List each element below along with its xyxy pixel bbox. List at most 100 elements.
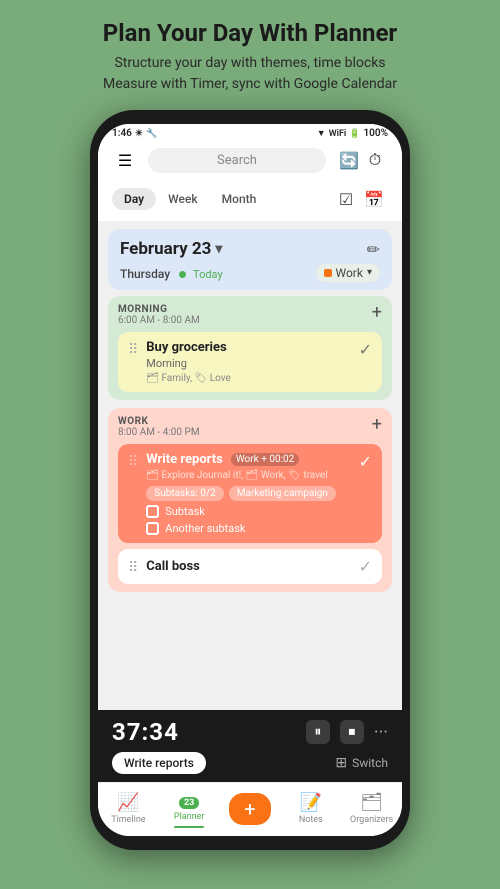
- write-reports-check[interactable]: ✓: [359, 452, 372, 471]
- write-reports-row: ⠿ Write reports Work + 00:02 🗂 Explore J…: [128, 452, 372, 535]
- nav-item-create[interactable]: +: [225, 793, 275, 825]
- subtask-label-2: Another subtask: [165, 522, 245, 535]
- planner-icon: 23: [179, 789, 199, 810]
- date-chevron-icon[interactable]: ▾: [215, 241, 222, 257]
- status-time: 1:46: [112, 128, 132, 139]
- subtask-checkbox-2[interactable]: [146, 522, 159, 535]
- write-reports-content: Write reports Work + 00:02 🗂 Explore Jou…: [146, 452, 350, 535]
- write-reports-title[interactable]: Write reports: [146, 452, 223, 467]
- status-icon2: 🔧: [146, 129, 157, 139]
- morning-task-card: ⠿ Buy groceries Morning 🗂 Family, 🏷 Love…: [118, 332, 382, 392]
- subtask-checkbox-1[interactable]: [146, 505, 159, 518]
- write-reports-card: ⠿ Write reports Work + 00:02 🗂 Explore J…: [118, 444, 382, 543]
- menu-icon[interactable]: ☰: [112, 147, 138, 173]
- subtask-item-1: Subtask: [146, 505, 350, 518]
- timer-stop-button[interactable]: ⏹: [340, 720, 364, 744]
- day-label: Thursday Today: [120, 263, 223, 282]
- timer-value: + 00:02: [261, 454, 294, 465]
- view-tabs: Day Week Month ☑ 📅: [98, 181, 402, 221]
- nav-item-planner[interactable]: 23 Planner: [164, 789, 214, 828]
- morning-add-button[interactable]: +: [372, 304, 382, 322]
- nav-item-organizers[interactable]: 🗂 Organizers: [347, 792, 397, 825]
- status-icon1: ☀: [135, 129, 143, 139]
- timeline-label: Timeline: [111, 815, 145, 825]
- work-tag-label: Work: [336, 266, 363, 280]
- timer-badge: Work + 00:02: [231, 453, 299, 466]
- switch-label: Switch: [352, 756, 388, 770]
- timer-task-label[interactable]: Write reports: [112, 752, 206, 774]
- morning-section-header: MORNING 6:00 AM - 8:00 AM +: [118, 304, 382, 326]
- subtask-chips: Subtasks: 0/2 Marketing campaign: [146, 486, 350, 501]
- work-section-header: WORK 8:00 AM - 4:00 PM +: [118, 416, 382, 438]
- date-edit-icon[interactable]: ✏: [367, 240, 380, 259]
- tab-week[interactable]: Week: [156, 188, 210, 210]
- notes-label: Notes: [299, 815, 323, 825]
- signal-icon: ▼: [317, 128, 326, 139]
- phone-frame: 1:46 ☀ 🔧 ▼ WiFi 🔋 100% ☰ Search 🔄 ⏱ Day …: [90, 110, 410, 850]
- morning-time: 6:00 AM - 8:00 AM: [118, 315, 200, 326]
- status-right: ▼ WiFi 🔋 100%: [317, 128, 388, 139]
- battery-icon: 🔋: [349, 129, 360, 139]
- planner-underline: [174, 826, 204, 828]
- wifi-icon: WiFi: [329, 129, 347, 139]
- call-boss-check[interactable]: ✓: [359, 557, 372, 576]
- search-bar[interactable]: Search: [148, 148, 326, 173]
- morning-task-check[interactable]: ✓: [359, 340, 372, 359]
- app-subtitle: Structure your day with themes, time blo…: [20, 53, 480, 95]
- organizers-label: Organizers: [350, 815, 393, 825]
- work-tag[interactable]: Work ▾: [316, 264, 381, 282]
- work-tag-chevron: ▾: [367, 267, 372, 278]
- work-dot-icon: [324, 269, 332, 277]
- morning-task-title[interactable]: Buy groceries: [146, 340, 350, 355]
- subtask-chip-1: Subtasks: 0/2: [146, 486, 223, 501]
- timer-icon[interactable]: ⏱: [362, 147, 388, 173]
- date-header: February 23 ▾ ✏ Thursday Today Work ▾: [108, 229, 392, 290]
- write-reports-tags: 🗂 Explore Journal it!, 🗂 Work, 🏷 travel: [146, 470, 350, 481]
- subtask-label-1: Subtask: [165, 505, 205, 518]
- work-section-info: WORK 8:00 AM - 4:00 PM: [118, 416, 200, 438]
- timer-controls: ⏸ ⏹ ···: [306, 720, 388, 744]
- work-add-button[interactable]: +: [372, 416, 382, 434]
- timeline-icon: 📈: [117, 792, 139, 813]
- date-sub: Thursday Today Work ▾: [120, 263, 380, 282]
- drag-handle-icon-2[interactable]: ⠿: [128, 454, 138, 470]
- notes-icon: 📝: [300, 792, 322, 813]
- call-boss-title[interactable]: Call boss: [146, 559, 350, 574]
- timer-task-row: Write reports ⊞ Switch: [98, 750, 402, 782]
- subtask-chip-2: Marketing campaign: [229, 486, 336, 501]
- checklist-icon[interactable]: ☑: [332, 185, 360, 213]
- planner-badge: 23: [179, 797, 199, 809]
- morning-task-row: ⠿ Buy groceries Morning 🗂 Family, 🏷 Love…: [128, 340, 372, 384]
- work-section: WORK 8:00 AM - 4:00 PM + ⠿ Write reports: [108, 408, 392, 592]
- calendar-sync-icon[interactable]: 📅: [360, 185, 388, 213]
- status-bar: 1:46 ☀ 🔧 ▼ WiFi 🔋 100%: [98, 124, 402, 141]
- nav-item-timeline[interactable]: 📈 Timeline: [103, 792, 153, 825]
- morning-section: MORNING 6:00 AM - 8:00 AM + ⠿ Buy grocer…: [108, 296, 392, 400]
- timer-display: 37:34: [112, 718, 179, 746]
- morning-section-info: MORNING 6:00 AM - 8:00 AM: [118, 304, 200, 326]
- create-icon: +: [244, 797, 255, 821]
- work-title: WORK: [118, 416, 200, 427]
- bottom-nav: 📈 Timeline 23 Planner + 📝 Notes 🗂: [98, 782, 402, 836]
- phone-screen: 1:46 ☀ 🔧 ▼ WiFi 🔋 100% ☰ Search 🔄 ⏱ Day …: [98, 124, 402, 836]
- planner-label: Planner: [174, 812, 205, 822]
- create-button[interactable]: +: [229, 793, 271, 825]
- date-title: February 23 ▾: [120, 239, 222, 259]
- morning-task-sub: Morning: [146, 357, 350, 370]
- subtask-item-2: Another subtask: [146, 522, 350, 535]
- work-time: 8:00 AM - 4:00 PM: [118, 427, 200, 438]
- scroll-content: February 23 ▾ ✏ Thursday Today Work ▾: [98, 221, 402, 710]
- organizers-icon: 🗂: [360, 792, 383, 813]
- nav-item-notes[interactable]: 📝 Notes: [286, 792, 336, 825]
- refresh-icon[interactable]: 🔄: [336, 147, 362, 173]
- tab-month[interactable]: Month: [210, 188, 269, 210]
- today-dot: [179, 271, 186, 278]
- morning-task-content: Buy groceries Morning 🗂 Family, 🏷 Love: [146, 340, 350, 384]
- timer-more-button[interactable]: ···: [374, 722, 388, 743]
- drag-handle-icon-3[interactable]: ⠿: [128, 560, 138, 576]
- morning-title: MORNING: [118, 304, 200, 315]
- timer-pause-button[interactable]: ⏸: [306, 720, 330, 744]
- tab-day[interactable]: Day: [112, 188, 156, 210]
- switch-button[interactable]: ⊞ Switch: [335, 755, 388, 771]
- drag-handle-icon[interactable]: ⠿: [128, 342, 138, 358]
